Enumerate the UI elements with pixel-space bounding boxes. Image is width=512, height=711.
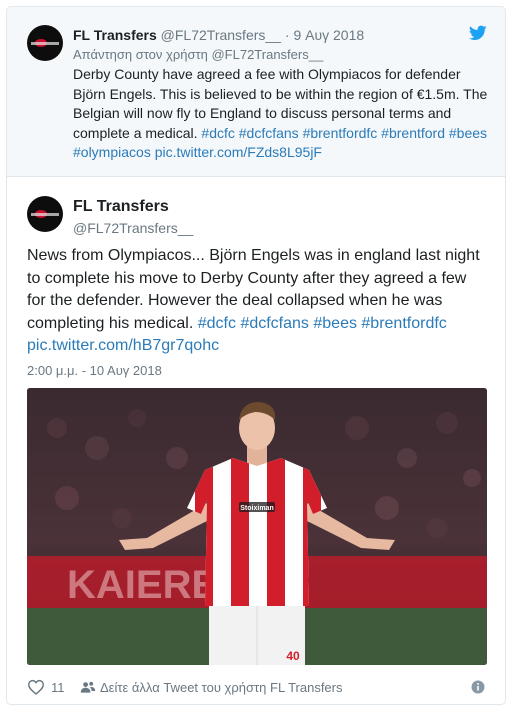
people-icon[interactable] bbox=[80, 680, 96, 694]
parent-display-name[interactable]: FL Transfers bbox=[73, 27, 157, 43]
more-tweets-link[interactable]: Δείτε άλλα Tweet του χρήστη FL Transfers bbox=[100, 680, 343, 696]
main-hashtags[interactable]: #dcfc #dcfcfans #bees #brentfordfc bbox=[198, 315, 447, 332]
banner-text: KAIEREI bbox=[67, 563, 229, 607]
heart-icon[interactable] bbox=[27, 679, 45, 695]
main-pic-link[interactable]: pic.twitter.com/hB7gr7qohc bbox=[27, 337, 219, 354]
bird-icon[interactable] bbox=[469, 25, 487, 41]
parent-handle[interactable]: @FL72Transfers__ bbox=[161, 27, 281, 43]
parent-date[interactable]: 9 Αυγ 2018 bbox=[293, 27, 364, 43]
info-icon[interactable] bbox=[471, 680, 485, 694]
main-avatar[interactable] bbox=[27, 196, 63, 232]
shorts-number: 40 bbox=[286, 649, 300, 663]
like-count[interactable]: 11 bbox=[51, 680, 65, 696]
parent-separator: · bbox=[284, 27, 290, 43]
shirt-sponsor: Stoiximan bbox=[240, 505, 273, 512]
parent-tweet[interactable]: FL Transfers @FL72Transfers__ · 9 Αυγ 20… bbox=[7, 7, 505, 177]
tweet-photo[interactable]: KAIEREI Stoiximan 40 bbox=[27, 388, 487, 665]
parent-tweet-text: Derby County have agreed a fee with Olym… bbox=[73, 65, 489, 163]
tweet-footer: 11 Δείτε άλλα Tweet του χρήστη FL Transf… bbox=[7, 671, 505, 704]
main-tweet-text: News from Olympiacos... Björn Engels was… bbox=[27, 245, 489, 358]
reply-context[interactable]: Απάντηση στον χρήστη @FL72Transfers__ bbox=[73, 46, 323, 64]
player-photo-illustration: KAIEREI Stoiximan 40 bbox=[27, 388, 487, 665]
main-handle[interactable]: @FL72Transfers__ bbox=[73, 219, 193, 237]
main-timestamp[interactable]: 2:00 μ.μ. - 10 Αυγ 2018 bbox=[27, 363, 162, 379]
avatar-logo-text bbox=[31, 42, 59, 45]
embedded-tweet-card: FL Transfers @FL72Transfers__ · 9 Αυγ 20… bbox=[6, 6, 506, 705]
parent-avatar[interactable] bbox=[27, 25, 63, 61]
avatar-logo-text bbox=[31, 213, 59, 216]
parent-header: FL Transfers @FL72Transfers__ · 9 Αυγ 20… bbox=[73, 26, 364, 44]
main-display-name[interactable]: FL Transfers bbox=[73, 197, 169, 217]
